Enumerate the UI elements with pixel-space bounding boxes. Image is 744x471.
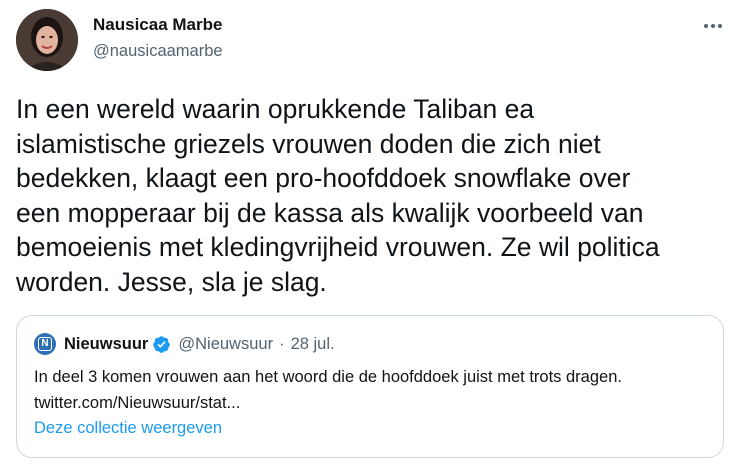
author-handle[interactable]: @nausicaamarbe (93, 42, 223, 61)
more-horizontal-icon (718, 24, 722, 28)
quoted-date[interactable]: 28 jul. (291, 335, 335, 354)
author-avatar-image (16, 9, 78, 71)
nieuwsuur-logo-icon: N (38, 337, 52, 351)
quoted-text-link[interactable]: twitter.com/Nieuwsuur/stat... (34, 390, 718, 416)
quoted-text-line: In deel 3 komen vrouwen aan het woord di… (34, 368, 622, 386)
verified-badge-icon (153, 336, 171, 353)
nieuwsuur-avatar[interactable]: N (34, 333, 56, 355)
more-horizontal-icon (711, 24, 715, 28)
quoted-display-name[interactable]: Nieuwsuur (64, 335, 148, 354)
quoted-tweet-header: Nieuwsuur @Nieuwsuur · 28 jul. (64, 335, 335, 354)
tweet-card: Nausicaa Marbe @nausicaamarbe In een wer… (0, 0, 744, 471)
quoted-tweet[interactable]: N Nieuwsuur @Nieuwsuur · 28 jul. In deel… (16, 315, 724, 458)
tweet-text: In een wereld waarin oprukkende Taliban … (16, 94, 660, 297)
quoted-tweet-text: In deel 3 komen vrouwen aan het woord di… (34, 364, 718, 416)
more-options-button[interactable] (698, 14, 728, 38)
view-collection-link[interactable]: Deze collectie weergeven (34, 419, 222, 438)
author-display-name[interactable]: Nausicaa Marbe (93, 15, 222, 35)
separator-dot: · (279, 335, 285, 353)
quoted-handle[interactable]: @Nieuwsuur (178, 335, 273, 354)
author-avatar[interactable] (16, 9, 78, 71)
more-horizontal-icon (704, 24, 708, 28)
